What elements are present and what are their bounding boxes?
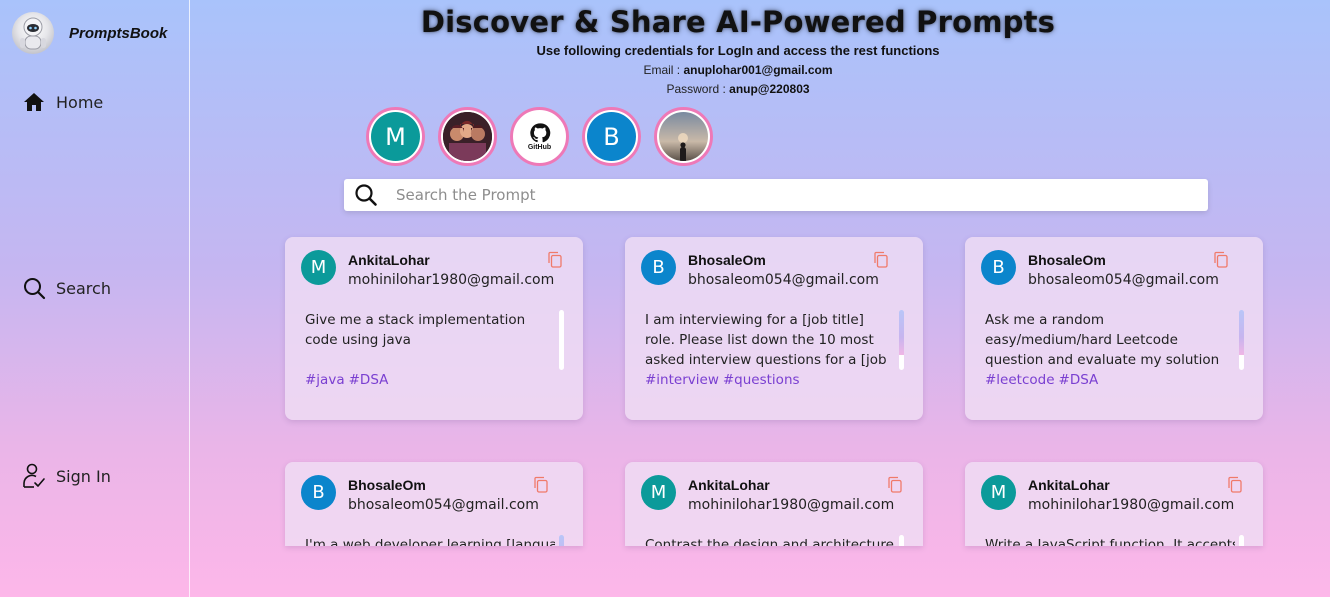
page-subtitle: Use following credentials for LogIn and …: [536, 43, 940, 58]
prompt-card[interactable]: B BhosaleOm bhosaleom054@gmail.com I am …: [625, 237, 923, 420]
card-scrollbar[interactable]: [559, 535, 564, 546]
prompt-text: I'm a web developer learning [language/: [305, 537, 555, 546]
search-input[interactable]: [396, 180, 1208, 210]
nav-sign-in[interactable]: Sign In: [22, 463, 111, 488]
email-value: anuplohar001@gmail.com: [683, 63, 833, 77]
avatar-photo-group[interactable]: [438, 107, 497, 166]
author-email: bhosaleom054@gmail.com: [688, 272, 879, 288]
copy-icon[interactable]: [873, 251, 889, 269]
card-scrollbar[interactable]: [1239, 535, 1244, 546]
card-scrollbar[interactable]: [899, 310, 904, 370]
author-email: mohinilohar1980@gmail.com: [1028, 497, 1235, 513]
tag[interactable]: #java: [305, 372, 345, 388]
avatar-row: M GitHub B: [366, 107, 713, 166]
avatar-b[interactable]: B: [582, 107, 641, 166]
author-name[interactable]: AnkitaLohar: [688, 477, 770, 493]
search-bar: [344, 179, 1208, 211]
author-email: bhosaleom054@gmail.com: [348, 497, 539, 513]
prompt-tags: #java #DSA: [305, 370, 392, 390]
author-name[interactable]: BhosaleOm: [348, 477, 426, 493]
robot-logo-graphic: [20, 17, 46, 50]
card-scrollbar[interactable]: [559, 310, 564, 370]
author-name[interactable]: AnkitaLohar: [1028, 477, 1110, 493]
prompt-card[interactable]: B BhosaleOm bhosaleom054@gmail.com Ask m…: [965, 237, 1263, 420]
nav-sign-in-label: Sign In: [56, 466, 111, 486]
page-title: Discover & Share AI-Powered Prompts: [420, 5, 1056, 39]
copy-icon[interactable]: [1227, 476, 1243, 494]
prompt-text: Give me a stack implementation code usin…: [305, 312, 526, 348]
author-email: mohinilohar1980@gmail.com: [688, 497, 895, 513]
author-name[interactable]: AnkitaLohar: [348, 252, 430, 268]
copy-icon[interactable]: [547, 251, 563, 269]
sidebar: PromptsBook Home Search Sign In: [0, 0, 190, 597]
author-avatar[interactable]: B: [981, 250, 1016, 285]
home-icon: [22, 90, 46, 114]
person-photo-icon: [659, 112, 708, 161]
user-check-icon: [22, 463, 46, 488]
prompt-card[interactable]: M AnkitaLohar mohinilohar1980@gmail.com …: [965, 462, 1263, 546]
brand[interactable]: PromptsBook: [12, 12, 167, 54]
prompt-text: Ask me a random easy/medium/hard Leetcod…: [985, 312, 1220, 368]
password-label: Password :: [666, 82, 726, 96]
avatar-letter: B: [587, 112, 636, 161]
prompt-tags: #leetcode #DSA: [985, 370, 1102, 390]
search-icon: [22, 276, 46, 300]
author-name[interactable]: BhosaleOm: [1028, 252, 1106, 268]
prompt-card[interactable]: B BhosaleOm bhosaleom054@gmail.com I'm a…: [285, 462, 583, 546]
tag[interactable]: #leetcode: [985, 372, 1055, 388]
author-avatar[interactable]: M: [981, 475, 1016, 510]
prompt-card[interactable]: M AnkitaLohar mohinilohar1980@gmail.com …: [625, 462, 923, 546]
author-avatar[interactable]: M: [641, 475, 676, 510]
nav-home[interactable]: Home: [22, 90, 103, 114]
tag[interactable]: #questions: [723, 372, 800, 388]
prompt-text: Contrast the design and architecture: [645, 537, 894, 546]
copy-icon[interactable]: [1213, 251, 1229, 269]
author-avatar[interactable]: B: [641, 250, 676, 285]
author-name[interactable]: BhosaleOm: [688, 252, 766, 268]
copy-icon[interactable]: [533, 476, 549, 494]
tag[interactable]: #interview: [645, 372, 719, 388]
github-text: GitHub: [527, 144, 552, 151]
card-scrollbar[interactable]: [899, 535, 904, 546]
nav-search[interactable]: Search: [22, 276, 111, 300]
avatar-m[interactable]: M: [366, 107, 425, 166]
author-email: bhosaleom054@gmail.com: [1028, 272, 1219, 288]
copy-icon[interactable]: [887, 476, 903, 494]
avatar-letter: M: [371, 112, 420, 161]
search-icon[interactable]: [344, 179, 388, 211]
prompt-tags: #interview #questions: [645, 370, 804, 390]
author-email: mohinilohar1980@gmail.com: [348, 272, 555, 288]
author-avatar[interactable]: B: [301, 475, 336, 510]
prompt-text: I am interviewing for a [job title] role…: [645, 312, 887, 368]
group-photo-icon: [443, 112, 492, 161]
credentials-password: Password : anup@220803: [190, 82, 1286, 96]
tag[interactable]: #DSA: [1059, 372, 1099, 388]
credentials-email: Email : anuplohar001@gmail.com: [190, 63, 1286, 77]
nav-home-label: Home: [56, 92, 104, 112]
brand-title: PromptsBook: [69, 24, 168, 42]
robot-logo: [12, 12, 54, 54]
avatar-github[interactable]: GitHub: [510, 107, 569, 166]
github-icon: GitHub: [515, 112, 564, 161]
email-label: Email :: [643, 63, 681, 77]
avatar-photo-person[interactable]: [654, 107, 713, 166]
password-value: anup@220803: [729, 82, 810, 96]
nav-search-label: Search: [56, 278, 111, 298]
author-avatar[interactable]: M: [301, 250, 336, 285]
tag[interactable]: #DSA: [349, 372, 389, 388]
prompt-text: Write a JavaScript function. It accepts …: [985, 537, 1235, 546]
card-scrollbar[interactable]: [1239, 310, 1244, 370]
prompt-card[interactable]: M AnkitaLohar mohinilohar1980@gmail.com …: [285, 237, 583, 420]
